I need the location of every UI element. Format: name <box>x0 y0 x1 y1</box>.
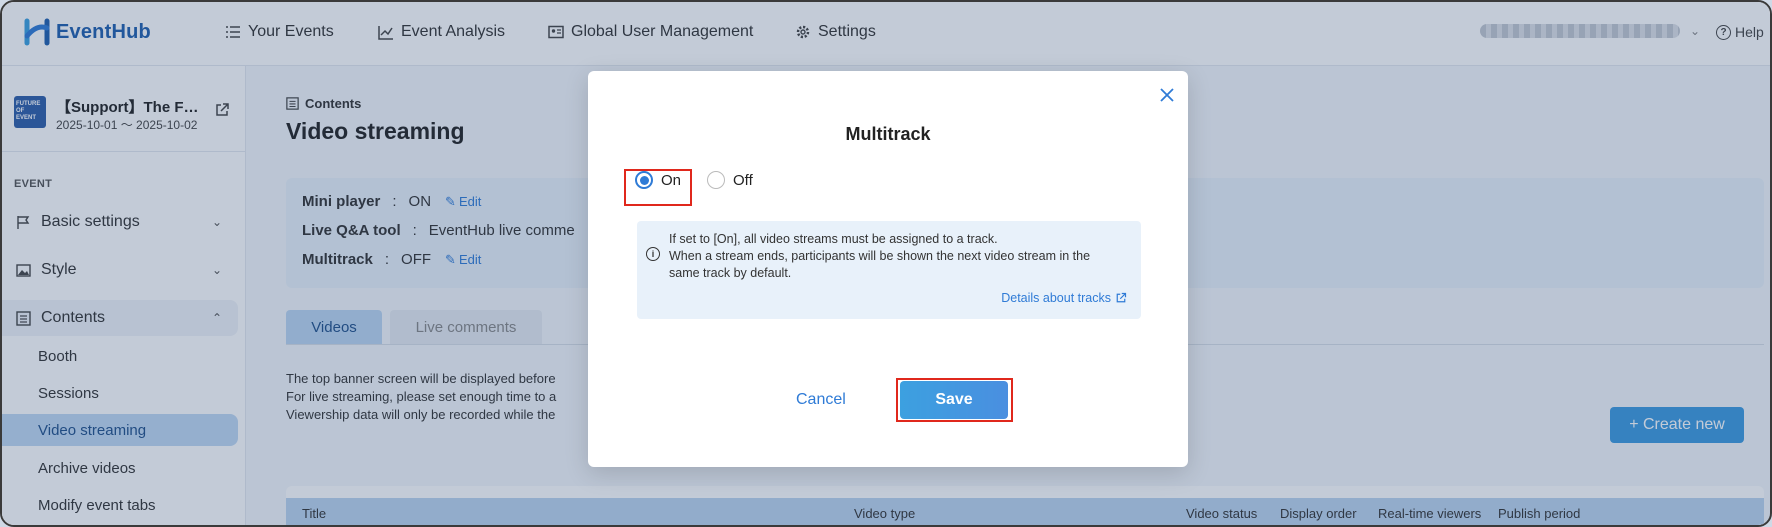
info-icon: i <box>646 247 660 261</box>
highlight-box-save <box>896 378 1013 422</box>
radio-option-off[interactable]: Off <box>707 171 753 189</box>
cancel-button[interactable]: Cancel <box>796 391 846 409</box>
info-line: same track by default. <box>669 266 792 280</box>
radio-off-label: Off <box>733 171 753 189</box>
close-icon[interactable] <box>1158 86 1176 104</box>
highlight-box-on <box>624 169 692 206</box>
info-line: When a stream ends, participants will be… <box>669 249 1091 263</box>
info-link-label: Details about tracks <box>1001 291 1111 305</box>
info-text: If set to [On], all video streams must b… <box>669 231 1090 282</box>
dialog-title: Multitrack <box>845 124 931 144</box>
details-about-tracks-link[interactable]: Details about tracks <box>1001 291 1127 305</box>
info-line: If set to [On], all video streams must b… <box>669 232 998 246</box>
multitrack-dialog: Multitrack On Off i If set to [On], all … <box>588 71 1188 467</box>
radio-off[interactable] <box>707 171 726 189</box>
app-window: EventHub Your Events Event Analysis Glob… <box>0 0 1772 527</box>
info-box: i If set to [On], all video streams must… <box>637 221 1141 319</box>
external-link-icon <box>1116 292 1127 303</box>
